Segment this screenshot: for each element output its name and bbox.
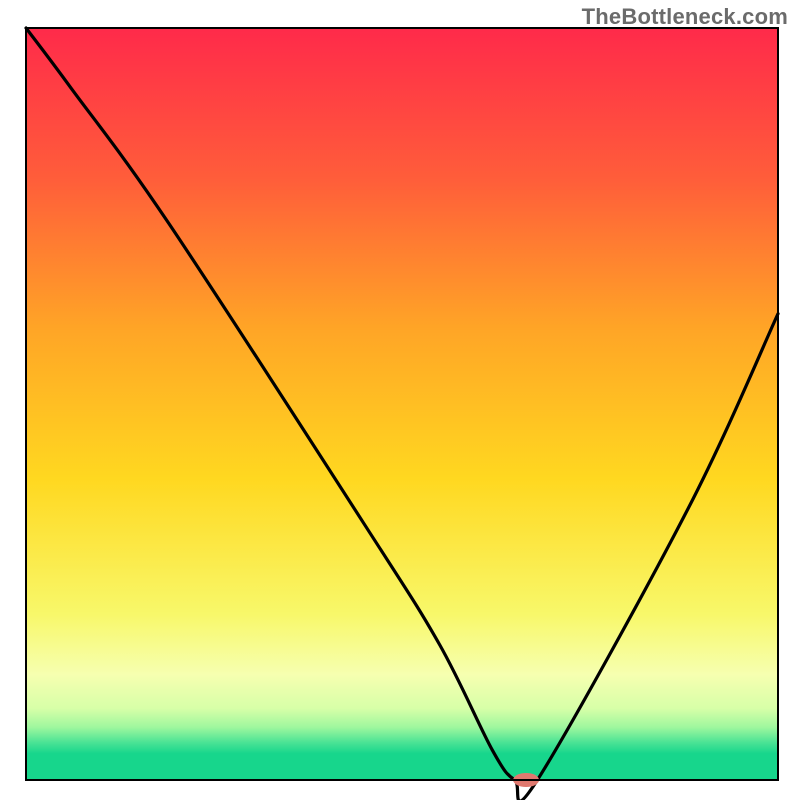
plot-background (26, 28, 778, 780)
watermark-label: TheBottleneck.com (582, 4, 788, 30)
bottleneck-chart (0, 0, 800, 800)
chart-stage: TheBottleneck.com (0, 0, 800, 800)
